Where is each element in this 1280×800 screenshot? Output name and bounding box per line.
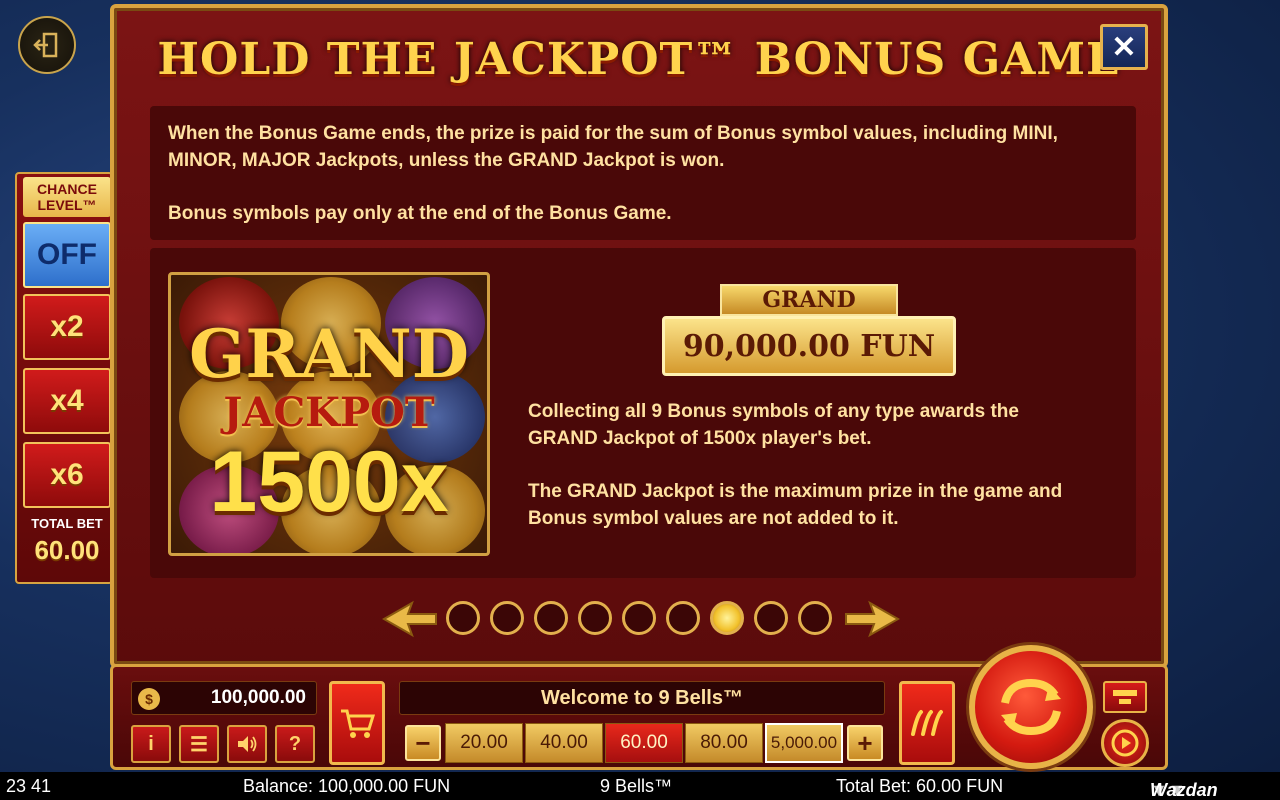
balance-value: 100,000.00 (210, 687, 306, 708)
bet-selector: − 20.00 40.00 60.00 80.00 5,000.00 + (399, 721, 885, 765)
page-dot[interactable] (446, 601, 480, 635)
chance-level-off-button[interactable]: OFF (23, 222, 111, 288)
description-panel: When the Bonus Game ends, the prize is p… (150, 106, 1136, 240)
total-bet-label: TOTAL BET (31, 516, 103, 531)
welcome-message: Welcome to 9 Bells™ (399, 681, 885, 715)
spin-arrows-icon (1001, 678, 1061, 736)
modal-title: HOLD THE JACKPOT™ BONUS GAME (157, 34, 1121, 85)
control-bar: $ 100,000.00 i ☰ ? Welcome to 9 Bells™ −… (110, 645, 1168, 770)
chili-pepper-icon (911, 710, 943, 736)
paytable-button[interactable] (1103, 681, 1147, 713)
grand-jackpot-image: GRAND JACKPOT 1500x (168, 272, 490, 556)
close-icon: ✕ (1111, 30, 1137, 64)
bet-option[interactable]: 40.00 (525, 723, 603, 763)
page-dot[interactable] (490, 601, 524, 635)
page-dot[interactable] (578, 601, 612, 635)
shopping-cart-icon (341, 709, 375, 738)
bet-option[interactable]: 5,000.00 (765, 723, 843, 763)
description-paragraph: When the Bonus Game ends, the prize is p… (168, 123, 1058, 171)
status-game-name: 9 Bells™ (600, 776, 673, 796)
previous-page-arrow-icon[interactable] (382, 600, 438, 638)
status-bar: 23 41 Balance: 100,000.00 FUN 9 Bells™ T… (0, 772, 1280, 800)
menu-icon: ☰ (190, 733, 208, 756)
total-bet-value: 60.00 (34, 535, 100, 565)
speaker-icon (238, 736, 257, 752)
status-total-bet: Total Bet: 60.00 FUN (836, 776, 1004, 796)
feature-paragraph: Collecting all 9 Bonus symbols of any ty… (528, 401, 1019, 449)
page-dot[interactable] (798, 601, 832, 635)
exit-button[interactable] (18, 16, 76, 74)
next-page-arrow-icon[interactable] (844, 600, 900, 638)
chance-level-x2-button[interactable]: x2 (23, 294, 111, 360)
balance-display: $ 100,000.00 (131, 681, 317, 715)
paytable-icon (1113, 690, 1137, 704)
feature-paragraph: The GRAND Jackpot is the maximum prize i… (528, 481, 1063, 529)
increase-bet-button[interactable]: + (847, 725, 883, 761)
money-bag-icon: $ (138, 688, 160, 710)
jackpot-image-grand-text: GRAND (189, 315, 469, 393)
bet-option-selected[interactable]: 60.00 (605, 723, 683, 763)
play-circle-icon (1111, 729, 1139, 757)
spin-button[interactable] (969, 645, 1093, 769)
grand-jackpot-label: GRAND (720, 284, 898, 316)
page-dot[interactable] (622, 601, 656, 635)
info-icon: i (148, 732, 154, 755)
jackpot-image-multiplier-text: 1500x (209, 434, 449, 530)
page-dot-active[interactable] (710, 601, 744, 635)
chance-level-x4-button[interactable]: x4 (23, 368, 111, 434)
grand-jackpot-panel: GRAND JACKPOT 1500x GRAND 90,000.00 FUN … (150, 248, 1136, 578)
help-button[interactable]: ? (275, 725, 315, 763)
brand-name: Wazdan (1150, 780, 1218, 800)
decrease-bet-button[interactable]: − (405, 725, 441, 761)
page-dot[interactable] (534, 601, 568, 635)
help-icon: ? (288, 732, 302, 755)
description-paragraph: Bonus symbols pay only at the end of the… (168, 203, 672, 224)
jackpot-image-jackpot-text: JACKPOT (223, 389, 435, 436)
info-button[interactable]: i (131, 725, 171, 763)
menu-button[interactable]: ☰ (179, 725, 219, 763)
chance-level-x6-button[interactable]: x6 (23, 442, 111, 508)
grand-jackpot-value: 90,000.00 FUN (662, 316, 956, 376)
page-dot[interactable] (754, 601, 788, 635)
page-indicator (382, 596, 906, 642)
chance-level-panel: CHANCE LEVEL™ OFF x2 x4 x6 TOTAL BET 60.… (15, 172, 113, 584)
grand-jackpot-description: Collecting all 9 Bonus symbols of any ty… (528, 398, 1088, 558)
sound-button[interactable] (227, 725, 267, 763)
autoplay-button[interactable] (1101, 719, 1149, 767)
bet-option[interactable]: 20.00 (445, 723, 523, 763)
exit-icon (33, 32, 58, 58)
total-bet-display: TOTAL BET 60.00 (23, 512, 111, 578)
buy-feature-button[interactable] (329, 681, 385, 765)
page-dot[interactable] (666, 601, 700, 635)
bonus-game-info-modal: HOLD THE JACKPOT™ BONUS GAME ✕ When the … (110, 4, 1168, 668)
status-balance: Balance: 100,000.00 FUN (243, 776, 451, 796)
chance-level-title: CHANCE LEVEL™ (23, 177, 111, 217)
bet-option[interactable]: 80.00 (685, 723, 763, 763)
close-button[interactable]: ✕ (1100, 24, 1148, 70)
clock: 23 41 (6, 776, 52, 796)
volatility-button[interactable] (899, 681, 955, 765)
